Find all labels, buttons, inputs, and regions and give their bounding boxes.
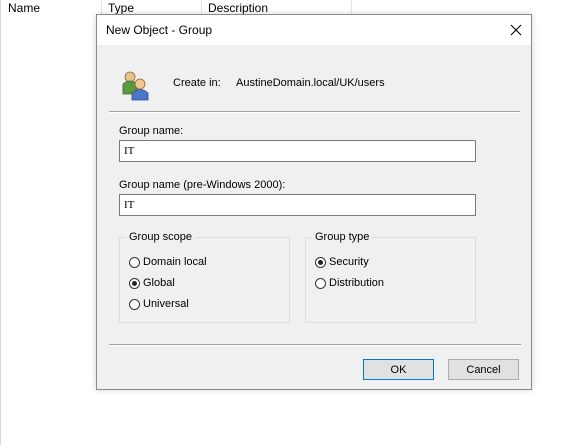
ok-button[interactable]: OK — [363, 359, 434, 380]
new-object-group-dialog: New Object - Group Create in: AustineDom… — [96, 14, 532, 390]
column-header-type[interactable]: Type — [108, 1, 134, 15]
group-name-label: Group name: — [119, 125, 184, 137]
radio-domain-local[interactable]: Domain local — [129, 254, 207, 270]
close-icon — [510, 24, 522, 36]
radio-label: Distribution — [329, 277, 385, 289]
radio-universal[interactable]: Universal — [129, 296, 189, 312]
radio-button[interactable] — [129, 256, 140, 268]
radio-button[interactable] — [315, 277, 326, 289]
group-name-pre2000-label: Group name (pre-Windows 2000): — [119, 179, 286, 191]
separator — [109, 111, 520, 113]
group-name-pre2000-input[interactable]: IT — [119, 194, 476, 216]
dialog-title: New Object - Group — [106, 23, 213, 37]
create-in-label: Create in: — [173, 77, 221, 89]
group-scope-box: Group scope Domain local Global Universa… — [119, 231, 290, 323]
radio-button-selected[interactable] — [129, 277, 140, 289]
separator — [109, 344, 521, 346]
radio-label: Security — [329, 256, 369, 268]
radio-button-selected[interactable] — [315, 256, 326, 268]
radio-distribution[interactable]: Distribution — [315, 275, 384, 291]
create-in-path: AustineDomain.local/UK/users — [236, 77, 385, 89]
radio-label: Global — [143, 277, 175, 289]
radio-label: Universal — [143, 298, 189, 310]
group-scope-title: Group scope — [126, 231, 195, 243]
group-type-title: Group type — [312, 231, 373, 243]
close-button[interactable] — [501, 15, 531, 45]
radio-label: Domain local — [143, 256, 207, 268]
group-type-box: Group type Security Distribution — [305, 231, 476, 323]
radio-security[interactable]: Security — [315, 254, 369, 270]
column-header-name[interactable]: Name — [8, 1, 40, 15]
pane-divider — [0, 0, 1, 445]
users-group-icon — [122, 71, 149, 101]
dialog-titlebar[interactable]: New Object - Group — [97, 15, 531, 45]
radio-button[interactable] — [129, 298, 140, 310]
cancel-button[interactable]: Cancel — [448, 359, 519, 380]
column-header-description[interactable]: Description — [208, 1, 268, 15]
group-name-input[interactable]: IT — [119, 140, 476, 162]
radio-global[interactable]: Global — [129, 275, 175, 291]
